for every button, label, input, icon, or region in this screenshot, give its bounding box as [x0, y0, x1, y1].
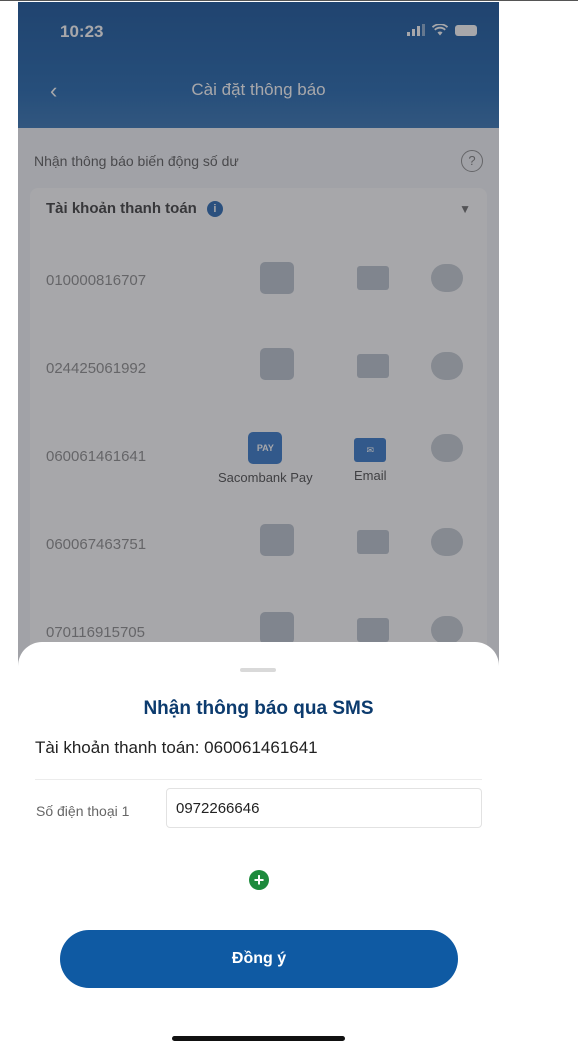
- sheet-grabber[interactable]: [240, 668, 276, 672]
- top-border: [0, 0, 578, 1]
- divider: [35, 779, 482, 780]
- home-indicator: [172, 1036, 345, 1041]
- agree-button[interactable]: Đồng ý: [60, 930, 458, 988]
- add-phone-icon[interactable]: +: [249, 870, 269, 890]
- phone-screen: 10:23 ‹ Cài đặt thông báo Nhận thông báo…: [18, 2, 499, 1045]
- phone-label: Số điện thoại 1: [36, 803, 130, 819]
- sheet-title: Nhận thông báo qua SMS: [143, 698, 374, 719]
- sms-bottom-sheet: Nhận thông báo qua SMS Tài khoản thanh t…: [18, 642, 499, 1045]
- phone-number-input[interactable]: [166, 788, 482, 828]
- selected-account: Tài khoản thanh toán: 060061461641: [35, 738, 318, 757]
